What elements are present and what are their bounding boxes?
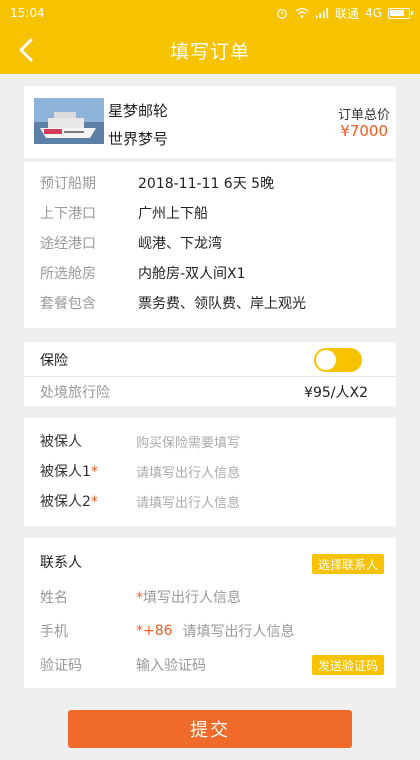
detail-label: 途经港口 xyxy=(40,236,96,252)
detail-label: 套餐包含 xyxy=(40,296,96,312)
divider xyxy=(24,376,396,377)
insured-input[interactable]: 请填写出行人信息 xyxy=(136,462,240,481)
detail-row: 上下港口 广州上下船 xyxy=(40,200,380,226)
send-code-button[interactable]: 发送验证码 xyxy=(311,655,384,675)
insured-label: 被保人2* xyxy=(40,494,98,510)
detail-row: 预订船期 2018-11-11 6天 5晚 xyxy=(40,170,380,196)
chevron-left-icon xyxy=(19,38,33,62)
phone-input[interactable]: 请填写出行人信息 xyxy=(183,621,295,641)
insured-label: 被保人1* xyxy=(40,464,98,480)
insured-input[interactable]: 请填写出行人信息 xyxy=(136,492,240,511)
detail-row: 所选舱房 内舱房-双人间X1 xyxy=(40,260,380,286)
contact-header: 联系人 xyxy=(40,555,82,571)
battery-icon xyxy=(388,7,413,19)
detail-value: 岘港、下龙湾 xyxy=(138,236,222,252)
order-details: 预订船期 2018-11-11 6天 5晚 上下港口 广州上下船 途经港口 岘港… xyxy=(24,162,396,328)
detail-value: 内舱房-双人间X1 xyxy=(138,266,246,282)
total-price-value: ¥7000 xyxy=(340,122,388,140)
phone-label: 手机 xyxy=(40,624,68,640)
submit-button[interactable]: 提交 xyxy=(68,710,352,748)
cruise-ship-image xyxy=(34,98,104,144)
wifi-icon xyxy=(295,7,309,18)
back-button[interactable] xyxy=(12,36,40,64)
insurance-toggle[interactable] xyxy=(314,348,362,372)
page-title: 填写订单 xyxy=(169,40,250,63)
toggle-knob xyxy=(316,350,336,370)
status-icons: 联通 4G xyxy=(275,5,413,22)
status-time: 15:04 xyxy=(10,6,45,20)
insured-person-2[interactable]: 被保人2* 请填写出行人信息 xyxy=(40,488,380,514)
name-label: 姓名 xyxy=(40,590,68,606)
name-input[interactable]: *填写出行人信息 xyxy=(136,587,241,607)
phone-country-code[interactable]: *+86 xyxy=(136,623,173,639)
total-price-label: 订单总价 xyxy=(337,108,390,123)
detail-value: 票务费、领队费、岸上观光 xyxy=(138,296,306,312)
status-bar: 15:04 联通 4G xyxy=(0,0,420,26)
insured-header: 被保人 xyxy=(40,434,82,450)
code-input[interactable]: 输入验证码 xyxy=(136,655,206,675)
detail-label: 所选舱房 xyxy=(40,266,96,282)
alarm-icon xyxy=(277,8,287,19)
detail-value: 2018-11-11 6天 5晚 xyxy=(138,176,275,192)
ship-name: 世界梦号 xyxy=(108,130,169,148)
cruise-line-name: 星梦邮轮 xyxy=(108,102,169,120)
choose-contact-button[interactable]: 选择联系人 xyxy=(311,554,384,574)
contact-name-row: 姓名 *填写出行人信息 xyxy=(40,584,380,610)
code-label: 验证码 xyxy=(40,658,82,674)
detail-value: 广州上下船 xyxy=(138,206,208,222)
carrier-label: 联通 xyxy=(335,6,360,21)
detail-label: 预订船期 xyxy=(40,176,96,192)
signal-icon xyxy=(315,7,329,19)
network-label: 4G xyxy=(365,6,382,20)
insured-section: 被保人 购买保险需要填写 被保人1* 请填写出行人信息 被保人2* 请填写出行人… xyxy=(24,418,396,526)
contact-section: 联系人 选择联系人 姓名 *填写出行人信息 手机 *+86 请填写出行人信息 验… xyxy=(24,538,396,688)
detail-row: 套餐包含 票务费、领队费、岸上观光 xyxy=(40,290,380,316)
insurance-item-label: 处境旅行险 xyxy=(40,385,110,401)
nav-bar: 填写订单 xyxy=(0,26,420,74)
detail-row: 途经港口 岘港、下龙湾 xyxy=(40,230,380,256)
detail-label: 上下港口 xyxy=(40,206,96,222)
contact-phone-row: 手机 *+86 请填写出行人信息 xyxy=(40,618,380,644)
insured-hint: 购买保险需要填写 xyxy=(136,435,241,451)
insurance-header: 保险 xyxy=(40,353,68,369)
insured-person-1[interactable]: 被保人1* 请填写出行人信息 xyxy=(40,458,380,484)
insurance-price: ¥95/人X2 xyxy=(304,385,368,401)
product-card: 星梦邮轮 世界梦号 订单总价 ¥7000 xyxy=(24,86,396,158)
insured-header-row: 被保人 购买保险需要填写 xyxy=(40,428,380,454)
insurance-section: 保险 处境旅行险 ¥95/人X2 xyxy=(24,342,396,406)
